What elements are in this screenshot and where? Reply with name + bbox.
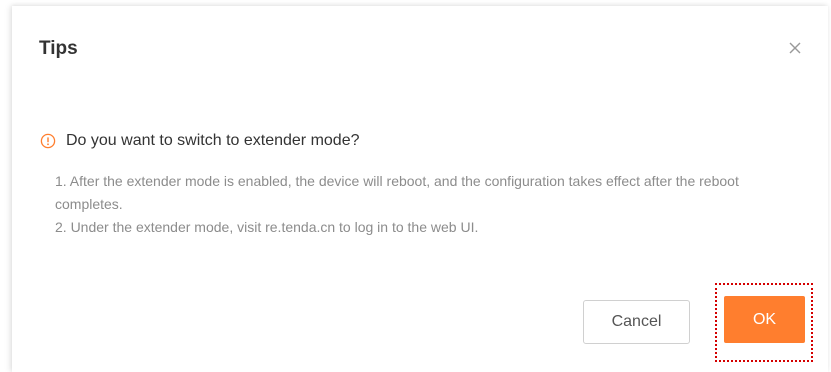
tips-dialog: Tips Do you want to switch to extender m… bbox=[12, 6, 828, 372]
ok-button[interactable]: OK bbox=[724, 296, 805, 343]
note-item: 1. After the extender mode is enabled, t… bbox=[55, 173, 739, 212]
question-row: Do you want to switch to extender mode? bbox=[40, 132, 360, 150]
dialog-title: Tips bbox=[39, 38, 78, 59]
close-icon[interactable] bbox=[785, 38, 805, 58]
note-item: 2. Under the extender mode, visit re.ten… bbox=[55, 219, 479, 235]
question-text: Do you want to switch to extender mode? bbox=[66, 132, 360, 149]
notes-list: 1. After the extender mode is enabled, t… bbox=[55, 170, 795, 239]
exclamation-circle-icon bbox=[40, 133, 56, 149]
cancel-button[interactable]: Cancel bbox=[583, 300, 690, 344]
